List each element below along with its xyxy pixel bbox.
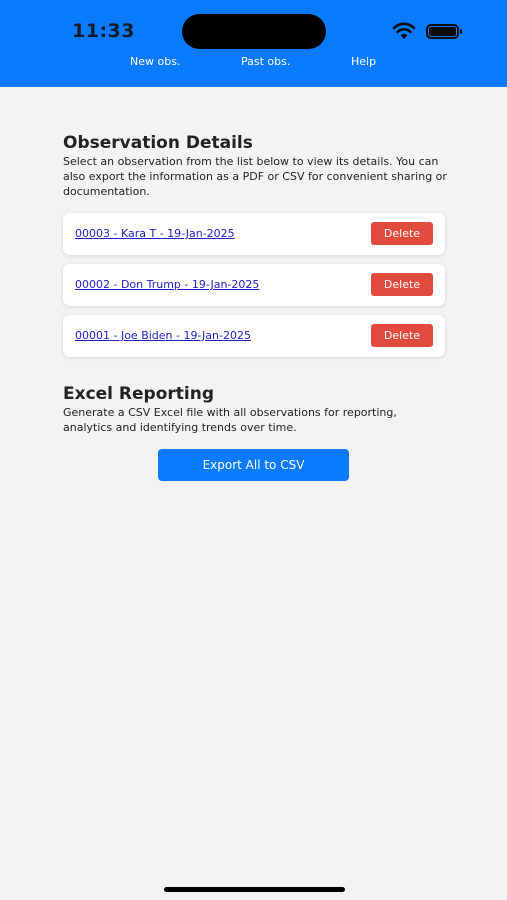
excel-description: Generate a CSV Excel file with all obser…	[63, 406, 397, 434]
header-bar: 11:33 New obs. Past obs. Help	[0, 0, 507, 87]
wifi-icon	[392, 22, 416, 39]
home-indicator	[164, 887, 345, 892]
excel-heading: Excel Reporting	[63, 384, 215, 404]
app-screen: 11:33 New obs. Past obs. Help Observatio…	[0, 0, 507, 900]
delete-button[interactable]: Delete	[371, 273, 433, 296]
battery-icon	[426, 24, 462, 39]
nav-help[interactable]: Help	[351, 55, 376, 68]
status-time: 11:33	[72, 20, 135, 42]
details-heading: Observation Details	[63, 133, 253, 153]
delete-button[interactable]: Delete	[371, 222, 433, 245]
observation-card: 00002 - Don Trump - 19-Jan-2025 Delete	[63, 264, 445, 306]
observation-link[interactable]: 00001 - Joe Biden - 19-Jan-2025	[75, 329, 251, 342]
top-nav: New obs. Past obs. Help	[0, 55, 507, 73]
details-description: Select an observation from the list belo…	[63, 155, 447, 198]
dynamic-island	[182, 14, 326, 49]
observation-link[interactable]: 00002 - Don Trump - 19-Jan-2025	[75, 278, 259, 291]
nav-past-obs[interactable]: Past obs.	[241, 55, 290, 68]
export-csv-button[interactable]: Export All to CSV	[158, 449, 349, 481]
observation-card: 00001 - Joe Biden - 19-Jan-2025 Delete	[63, 315, 445, 357]
observation-link[interactable]: 00003 - Kara T - 19-Jan-2025	[75, 227, 235, 240]
delete-button[interactable]: Delete	[371, 324, 433, 347]
nav-new-obs[interactable]: New obs.	[130, 55, 180, 68]
observation-card: 00003 - Kara T - 19-Jan-2025 Delete	[63, 213, 445, 255]
